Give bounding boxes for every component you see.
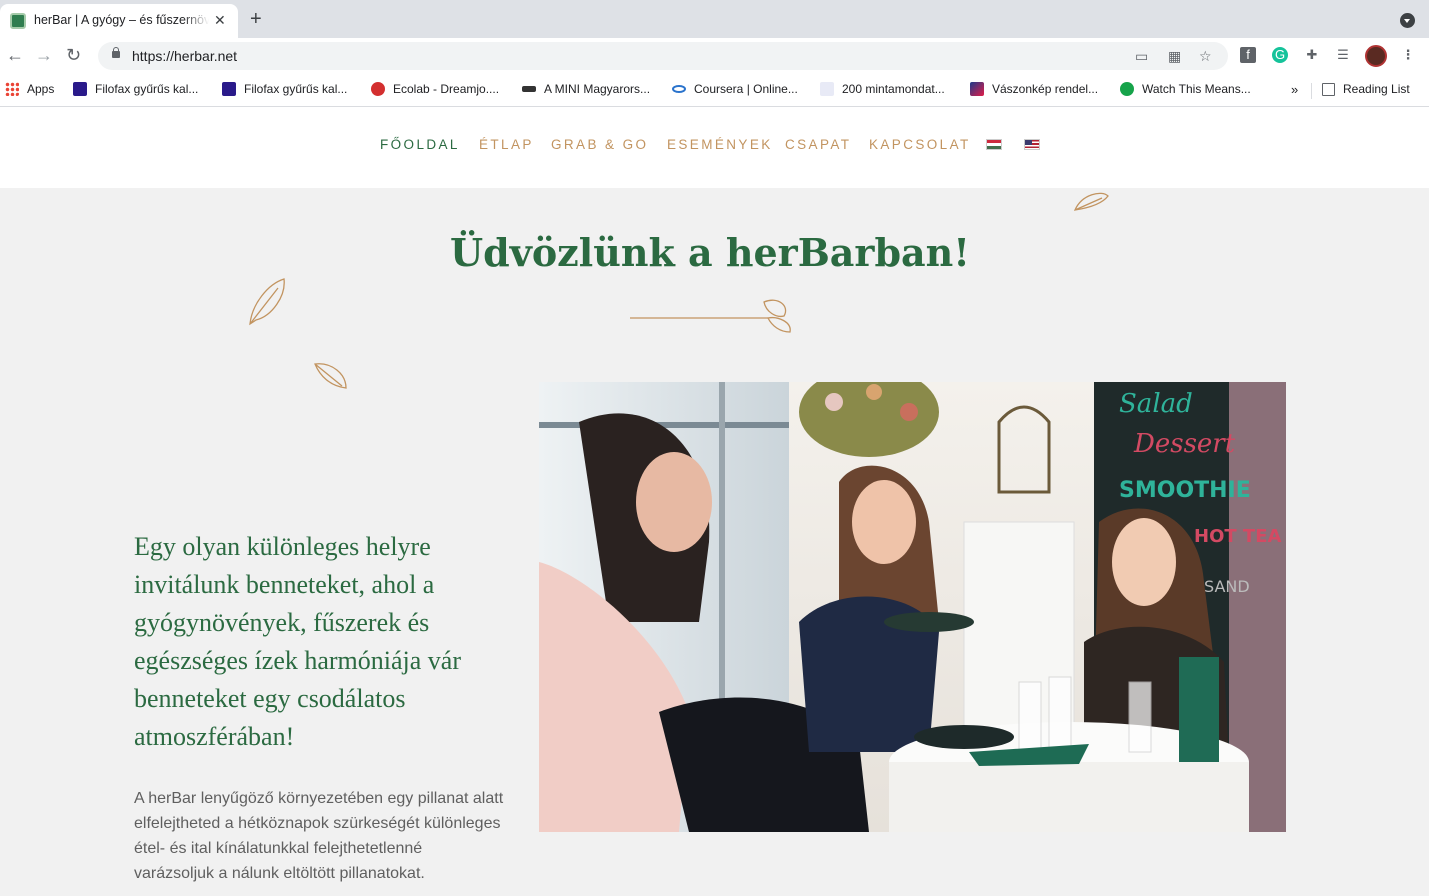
cast-icon[interactable]: ▭	[1135, 48, 1148, 64]
bookmark-label: Filofax gyűrűs kal...	[244, 82, 348, 96]
bookmarks-bar: Apps Filofax gyűrűs kal... Filofax gyűrű…	[0, 74, 1429, 107]
more-bookmarks-icon[interactable]: »	[1291, 82, 1298, 99]
filofax-icon	[222, 82, 236, 96]
leaf-decoration-icon	[1073, 192, 1109, 211]
apps-grid-icon	[5, 82, 19, 96]
chalkboard-smoothie: SMOOTHIE	[1119, 478, 1251, 503]
url-text[interactable]: https://herbar.net	[132, 48, 237, 64]
grammarly-extension-icon[interactable]: G	[1272, 47, 1288, 63]
address-bar[interactable]: https://herbar.net ▭ ▦ ☆	[98, 42, 1228, 70]
dollar-icon	[1120, 82, 1134, 96]
herbar-favicon-icon	[10, 13, 26, 29]
page-icon	[820, 82, 834, 96]
bookmark-label: Watch This Means...	[1142, 82, 1251, 96]
bookmark-watch-this[interactable]: Watch This Means...	[1120, 82, 1251, 99]
bookmark-mintamondat[interactable]: 200 mintamondat...	[820, 82, 945, 99]
close-tab-icon[interactable]: ✕	[214, 12, 226, 28]
profile-avatar[interactable]	[1365, 45, 1387, 67]
bookmark-apps[interactable]: Apps	[5, 82, 54, 99]
leaf-decoration-icon	[249, 278, 285, 326]
bookmark-ecolab[interactable]: Ecolab - Dreamjo....	[371, 82, 499, 99]
leaf-divider-icon	[630, 299, 791, 333]
chalkboard-hot-tea: HOT TEA	[1194, 526, 1281, 547]
bookmark-label: Vászonkép rendel...	[992, 82, 1099, 96]
qr-code-icon[interactable]: ▦	[1168, 48, 1181, 64]
reading-list-button[interactable]: Reading List	[1322, 82, 1410, 99]
vaszonkep-icon	[970, 82, 984, 96]
bookmark-label: A MINI Magyarors...	[544, 82, 651, 96]
reload-icon[interactable]: ↻	[66, 45, 81, 65]
nav-csapat[interactable]: CSAPAT	[785, 137, 851, 152]
bookmark-label: Filofax gyűrűs kal...	[95, 82, 199, 96]
browser-tabstrip: herBar | A gyógy – és fűszernövény bár ✕…	[0, 0, 1429, 38]
extensions-puzzle-icon[interactable]: ✚	[1304, 47, 1320, 63]
intro-heading: Egy olyan különleges helyre invitálunk b…	[134, 532, 462, 751]
nav-grab-and-go[interactable]: GRAB & GO	[551, 137, 648, 152]
hungarian-flag-icon[interactable]	[986, 139, 1002, 150]
facebook-extension-icon[interactable]: f	[1240, 47, 1256, 63]
new-tab-icon[interactable]: +	[250, 9, 262, 29]
media-controls-icon[interactable]: ☰	[1335, 47, 1351, 63]
nav-etlap[interactable]: ÉTLAP	[479, 137, 534, 152]
tab-search-icon[interactable]	[1400, 13, 1415, 28]
filofax-icon	[73, 82, 87, 96]
chalkboard-salad: Salad	[1119, 389, 1193, 419]
mini-icon	[522, 86, 536, 92]
bookmarks-divider	[1311, 83, 1312, 99]
cafe-scene-image: Salad Dessert SMOOTHIE HOT TEA SAND	[539, 382, 1286, 832]
ecolab-icon	[371, 82, 385, 96]
site-navigation: FŐOLDAL ÉTLAP GRAB & GO ESEMÉNYEK CSAPAT…	[0, 107, 1429, 188]
reading-list-icon	[1322, 83, 1335, 96]
browser-menu-icon[interactable]: ⋮	[1400, 47, 1416, 63]
reading-list-label: Reading List	[1343, 82, 1410, 96]
bookmark-vaszonkep[interactable]: Vászonkép rendel...	[970, 82, 1098, 99]
bookmark-label: Apps	[27, 82, 55, 96]
chalkboard-dessert: Dessert	[1133, 429, 1236, 459]
coursera-icon	[672, 85, 686, 93]
bookmark-label: 200 mintamondat...	[842, 82, 945, 96]
bookmark-label: Coursera | Online...	[694, 82, 798, 96]
leaf-decoration-icon	[314, 363, 347, 389]
browser-tab-active[interactable]: herBar | A gyógy – és fűszernövény bár ✕	[0, 4, 238, 38]
nav-fooldal[interactable]: FŐOLDAL	[380, 137, 460, 152]
english-flag-icon[interactable]	[1024, 139, 1040, 150]
bookmark-label: Ecolab - Dreamjo....	[393, 82, 500, 96]
bookmark-mini[interactable]: A MINI Magyarors...	[522, 82, 650, 99]
bookmark-star-icon[interactable]: ☆	[1199, 48, 1212, 64]
bookmark-filofax-1[interactable]: Filofax gyűrűs kal...	[73, 82, 198, 99]
forward-icon[interactable]: →	[35, 45, 53, 65]
bookmark-filofax-2[interactable]: Filofax gyűrűs kal...	[222, 82, 347, 99]
tab-title: herBar | A gyógy – és fűszernövény bár	[34, 13, 209, 27]
bookmark-coursera[interactable]: Coursera | Online...	[672, 82, 798, 99]
lock-icon[interactable]	[112, 47, 120, 58]
hero-photo: Salad Dessert SMOOTHIE HOT TEA SAND	[539, 382, 1286, 832]
chalkboard-sand: SAND	[1204, 577, 1250, 596]
back-icon[interactable]: ←	[6, 45, 24, 65]
nav-esemenyek[interactable]: ESEMÉNYEK	[667, 137, 773, 152]
intro-paragraph: A herBar lenyűgöző környezetében egy pil…	[134, 790, 504, 882]
browser-toolbar: ← → ↻ https://herbar.net ▭ ▦ ☆	[0, 38, 1429, 74]
nav-kapcsolat[interactable]: KAPCSOLAT	[869, 137, 971, 152]
page-title: Üdvözlünk a herBarban!	[450, 230, 970, 275]
